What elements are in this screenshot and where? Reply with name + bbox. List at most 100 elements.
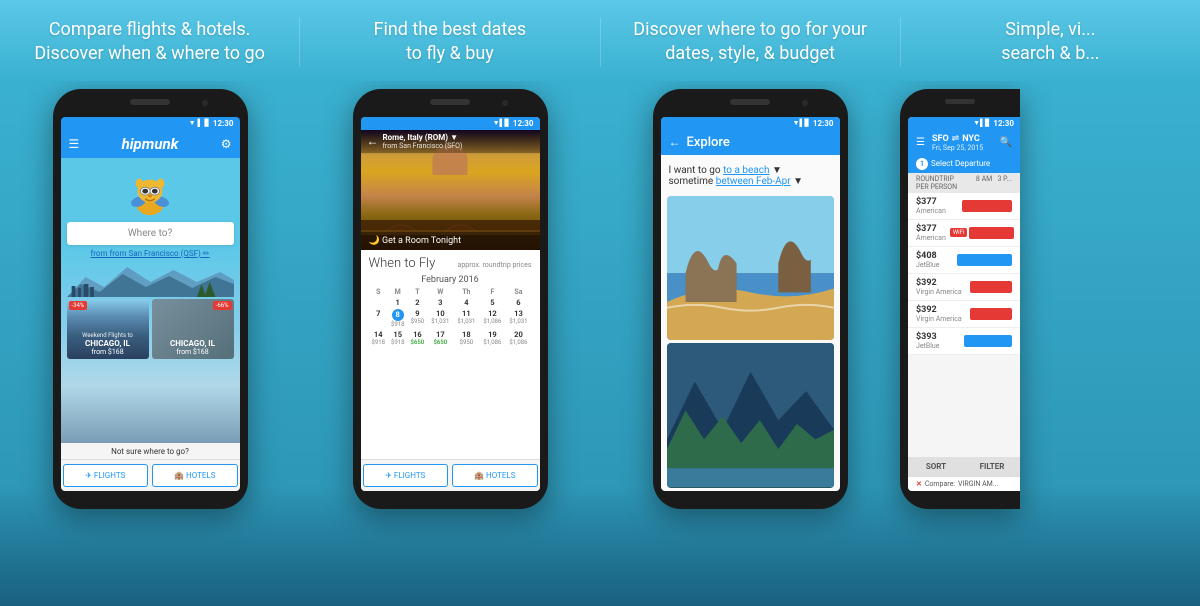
cal-row-1: 7 8 $918 9$950 10$1,031 11$1,031 12$1,08…	[369, 308, 532, 329]
flight-row-4[interactable]: $392 Virgin America	[908, 274, 1020, 301]
cal-cell-11[interactable]: 11$1,031	[453, 308, 479, 329]
cal-cell-17[interactable]: 17$650	[427, 329, 453, 347]
from-location[interactable]: from from San Francisco (QSF) ✏	[91, 249, 210, 258]
route-to: NYC	[962, 134, 980, 144]
hamburger-icon[interactable]: ☰	[69, 137, 80, 151]
dest-card-1[interactable]: CABO SAN LUCAS, MEXICO flights from $299	[667, 196, 834, 341]
rome-hero: ← Rome, Italy (ROM) ▼ from San Francisco…	[361, 130, 540, 250]
hero-location: Rome, Italy (ROM) ▼	[383, 133, 463, 142]
city-1-price: from $168	[67, 348, 149, 356]
from-prefix: from	[91, 249, 110, 258]
hotel-icon-2: 🏨	[474, 471, 484, 480]
cal-cell-16[interactable]: 16$650	[407, 329, 427, 347]
cal-cell-5[interactable]: 5	[479, 297, 505, 308]
not-sure-text: Not sure where to go?	[61, 443, 240, 459]
filter-button[interactable]: FILTER	[964, 457, 1020, 476]
phone-2-wrapper: ▼▌▊ 12:30	[300, 81, 600, 509]
cal-cell-7[interactable]: 7	[369, 308, 388, 329]
time-header: ROUNDTRIPPER PERSON 8 AM 3 P...	[908, 173, 1020, 193]
sort-filter-bar: SORT FILTER	[908, 457, 1020, 476]
status-bar-4: ▼▌▊ 12:30	[908, 117, 1020, 130]
flights-button-1[interactable]: ✈ FLIGHTS	[63, 464, 149, 487]
cal-row-2: 14$918 15$918 16$650 17$650 18$950 19$1,…	[369, 329, 532, 347]
clock-1: 12:30	[213, 119, 234, 128]
hero-sublocation: from San Francisco (SFO)	[383, 142, 463, 150]
cal-cell-14[interactable]: 14$918	[369, 329, 388, 347]
hamburger-icon-4[interactable]: ☰	[916, 137, 925, 148]
search-box[interactable]: Where to?	[67, 222, 234, 245]
flight-price-6: $393	[916, 332, 940, 342]
compare-x-icon[interactable]: ✕	[916, 480, 922, 488]
flight-row-2[interactable]: $377 American WiFi	[908, 220, 1020, 247]
flight-price-2: $377	[916, 224, 946, 234]
weekend-label: Weekend Flights to	[67, 332, 149, 339]
city-card-1[interactable]: -34% Weekend Flights to CHICAGO, IL from…	[67, 299, 149, 359]
cal-cell-1[interactable]: 1	[388, 297, 407, 308]
beach-link[interactable]: to a beach	[723, 165, 769, 176]
dest-card-2[interactable]: KAHULUI, HI flights from $312	[667, 343, 834, 488]
cal-cell-19[interactable]: 19$1,086	[479, 329, 505, 347]
route-date: Fri, Sep 25, 2015	[932, 144, 996, 152]
back-arrow-3[interactable]: ←	[669, 135, 681, 149]
when-subtitle: approx. roundtrip prices	[458, 261, 532, 269]
airline-6: JetBlue	[916, 342, 940, 350]
cal-cell-13[interactable]: 13$1,031	[505, 308, 531, 329]
search-icon[interactable]: 🔍	[1000, 137, 1012, 148]
flight-row-1[interactable]: $377 American	[908, 193, 1020, 220]
calendar: S M T W Th F Sa	[369, 287, 532, 347]
plane-icon-1: ✈	[85, 471, 92, 480]
banner-4: Simple, vi... search & b...	[901, 18, 1200, 67]
cal-cell-9[interactable]: 9$950	[407, 308, 427, 329]
edit-icon: ✏	[203, 249, 210, 258]
sort-button[interactable]: SORT	[908, 457, 964, 476]
calendar-month: February 2016	[369, 275, 532, 285]
cal-cell-20[interactable]: 20$1,086	[505, 329, 531, 347]
cal-header-s: S	[369, 287, 388, 297]
cal-cell-6[interactable]: 6	[505, 297, 531, 308]
flight-row-3[interactable]: $408 JetBlue	[908, 247, 1020, 274]
flight-row-6[interactable]: $393 JetBlue	[908, 328, 1020, 355]
phone-1-body: Where to? from from San Francisco (QSF) …	[61, 158, 240, 443]
when-title: When to Fly	[369, 256, 436, 271]
cal-cell-3[interactable]: 3	[427, 297, 453, 308]
hipmunk-logo: hipmunk	[122, 135, 179, 153]
cal-cell-18[interactable]: 18$950	[453, 329, 479, 347]
flight-bar-3	[957, 254, 1012, 266]
cal-cell-12[interactable]: 12$1,086	[479, 308, 505, 329]
cal-header-sa: Sa	[505, 287, 531, 297]
settings-icon[interactable]: ⚙	[221, 137, 232, 151]
phones-row: ▼ ▌ ▊ 12:30 ☰ hipmunk ⚙	[0, 81, 1200, 606]
hotels-button-1[interactable]: 🏨 HOTELS	[152, 464, 238, 487]
phone-4-appbar: ☰ SFO ⇌ NYC Fri, Sep 25, 2015 🔍	[908, 130, 1020, 156]
phone-1: ▼ ▌ ▊ 12:30 ☰ hipmunk ⚙	[53, 89, 248, 509]
date-link[interactable]: between Feb-Apr	[716, 176, 791, 187]
flights-button-2[interactable]: ✈ FLIGHTS	[363, 464, 449, 487]
city-cards: -34% Weekend Flights to CHICAGO, IL from…	[67, 299, 234, 359]
hero-cta: 🌙 Get a Room Tonight	[361, 232, 540, 250]
phone-4-screen: ▼▌▊ 12:30 ☰ SFO ⇌ NYC Fri, Sep 25, 2015 …	[908, 117, 1020, 491]
clock-2: 12:30	[513, 119, 534, 128]
flight-row-5[interactable]: $392 Virgin America	[908, 301, 1020, 328]
destination-cards: CABO SAN LUCAS, MEXICO flights from $299	[661, 193, 840, 491]
phone-4: ▼▌▊ 12:30 ☰ SFO ⇌ NYC Fri, Sep 25, 2015 …	[900, 89, 1020, 509]
cal-cell-4[interactable]: 4	[453, 297, 479, 308]
step-number: 1	[916, 158, 928, 170]
flight-price-3: $408	[916, 251, 940, 261]
phone-1-bottom-buttons: ✈ FLIGHTS 🏨 HOTELS	[61, 459, 240, 491]
cal-cell-2[interactable]: 2	[407, 297, 427, 308]
cal-header-w: W	[427, 287, 453, 297]
cal-cell-15[interactable]: 15$918	[388, 329, 407, 347]
cal-cell-10[interactable]: 10$1,031	[427, 308, 453, 329]
airline-4: Virgin America	[916, 288, 962, 296]
back-arrow-2[interactable]: ←	[367, 134, 379, 148]
phone-3-appbar: ← Explore	[661, 130, 840, 155]
city-card-2[interactable]: -66% CHICAGO, IL from $168	[152, 299, 234, 359]
flight-price-4: $392	[916, 278, 962, 288]
cal-cell-8[interactable]: 8 $918	[388, 308, 407, 329]
airline-2: American	[916, 234, 946, 242]
signal-icon-1: ▼	[189, 119, 196, 127]
city-1-name: CHICAGO, IL	[67, 339, 149, 348]
phone-3: ▼▌▊ 12:30 ← Explore I want to go to a be…	[653, 89, 848, 509]
sale-badge-2: -66%	[213, 301, 232, 310]
hotels-button-2[interactable]: 🏨 HOTELS	[452, 464, 538, 487]
